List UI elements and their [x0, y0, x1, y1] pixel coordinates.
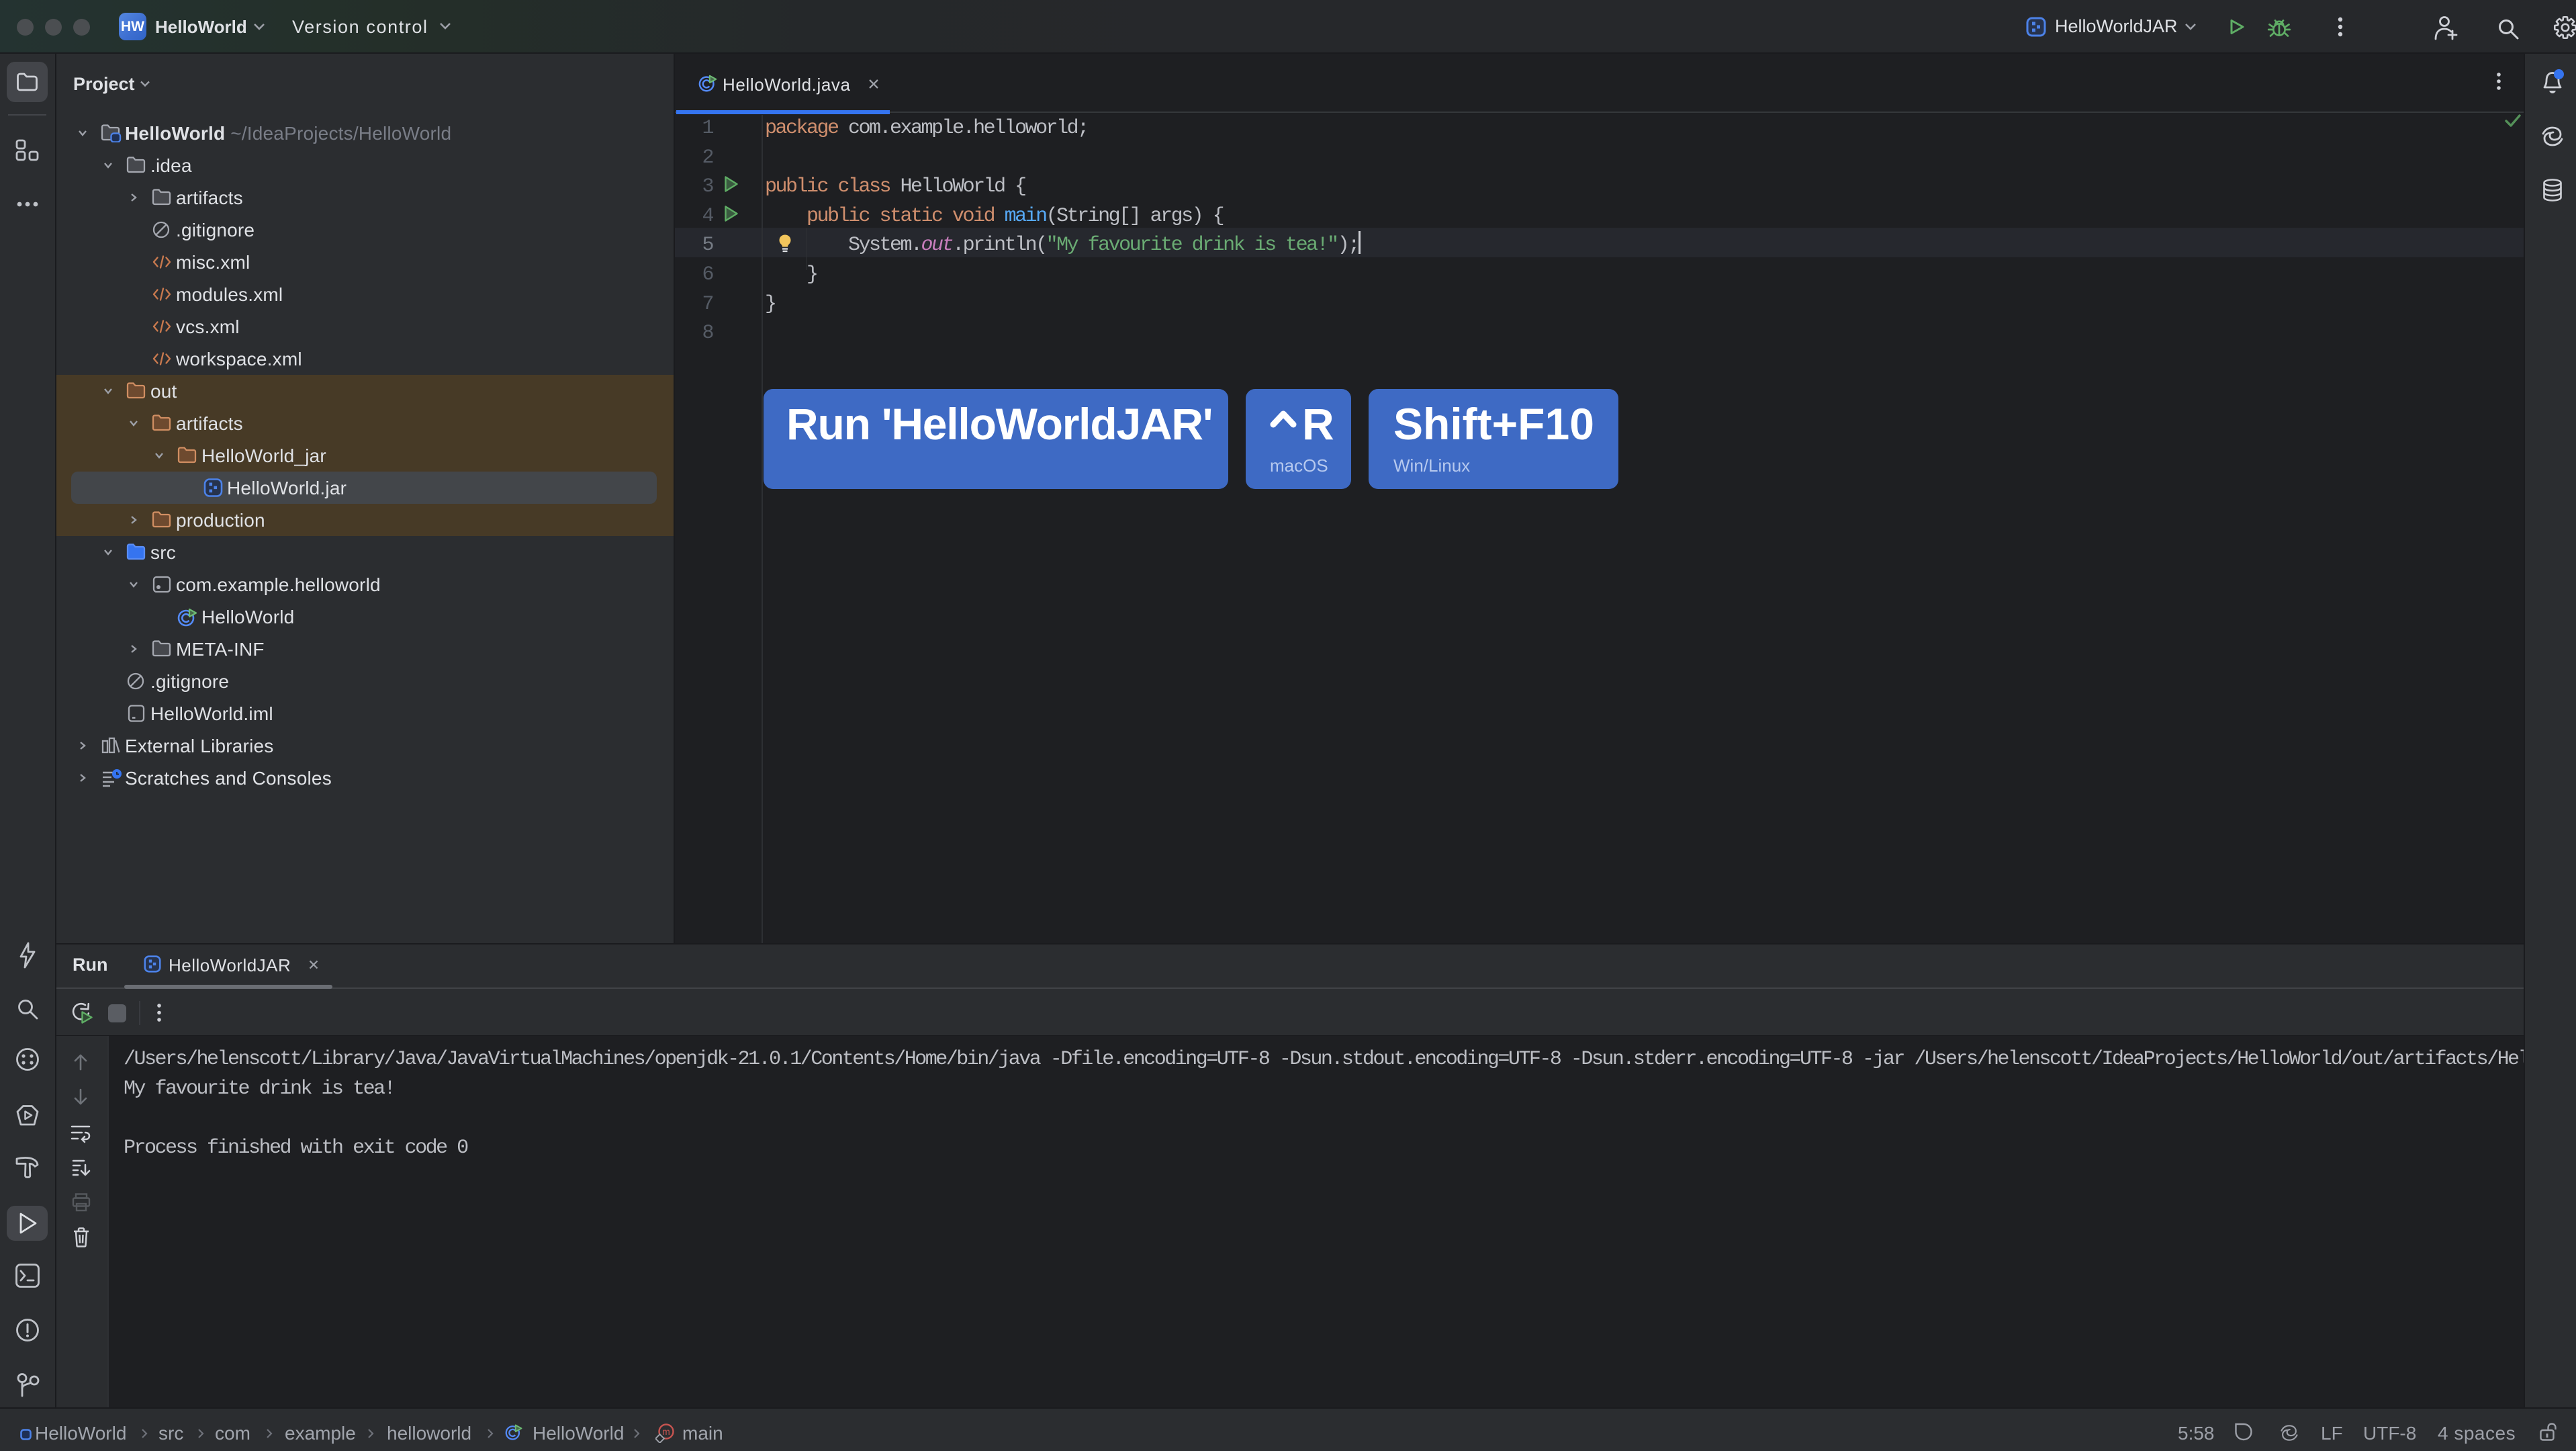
svg-text:m: m — [662, 1426, 670, 1437]
